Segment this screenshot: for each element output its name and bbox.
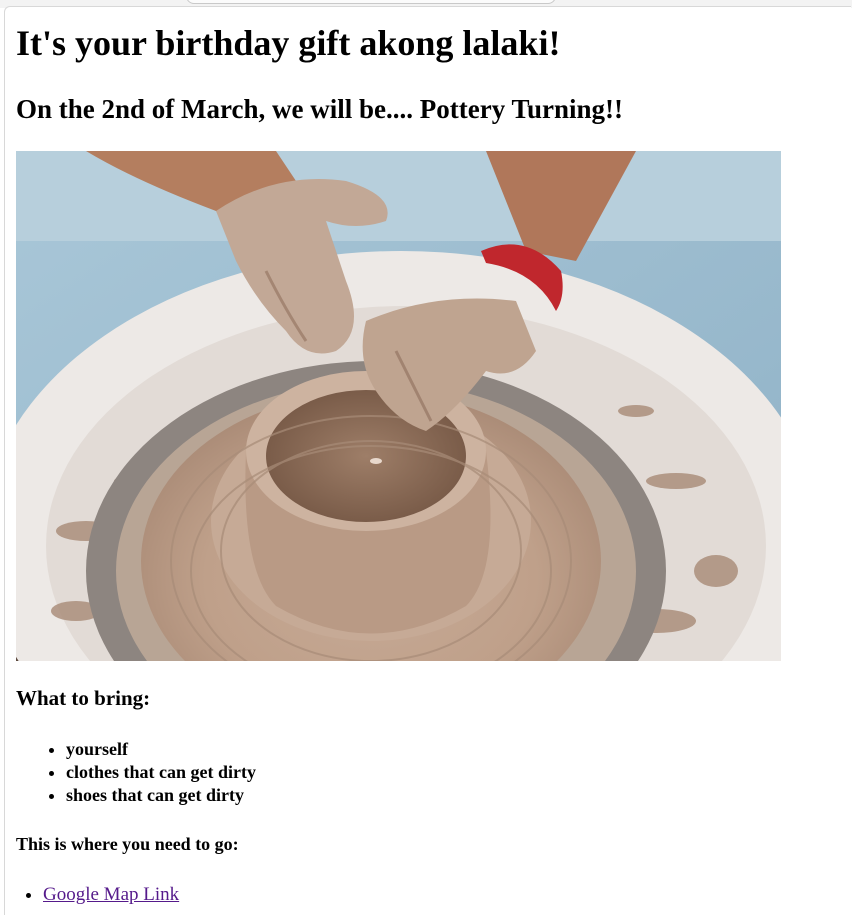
pottery-photo [16,151,781,661]
address-bar[interactable] [186,0,556,4]
google-map-link[interactable]: Google Map Link [43,884,179,905]
what-to-bring-heading: What to bring: [16,686,151,710]
location-heading: This is where you need to go: [16,834,239,854]
list-item: shoes that can get dirty [66,784,256,807]
page-title: It's your birthday gift akong lalaki! [16,23,561,63]
page-subtitle: On the 2nd of March, we will be.... Pott… [16,94,623,124]
list-item: clothes that can get dirty [66,761,256,784]
bring-list: yourself clothes that can get dirty shoe… [16,738,256,807]
list-item: yourself [66,738,256,761]
list-item: Google Map Link [43,883,179,907]
location-links: Google Map Link [16,883,179,907]
